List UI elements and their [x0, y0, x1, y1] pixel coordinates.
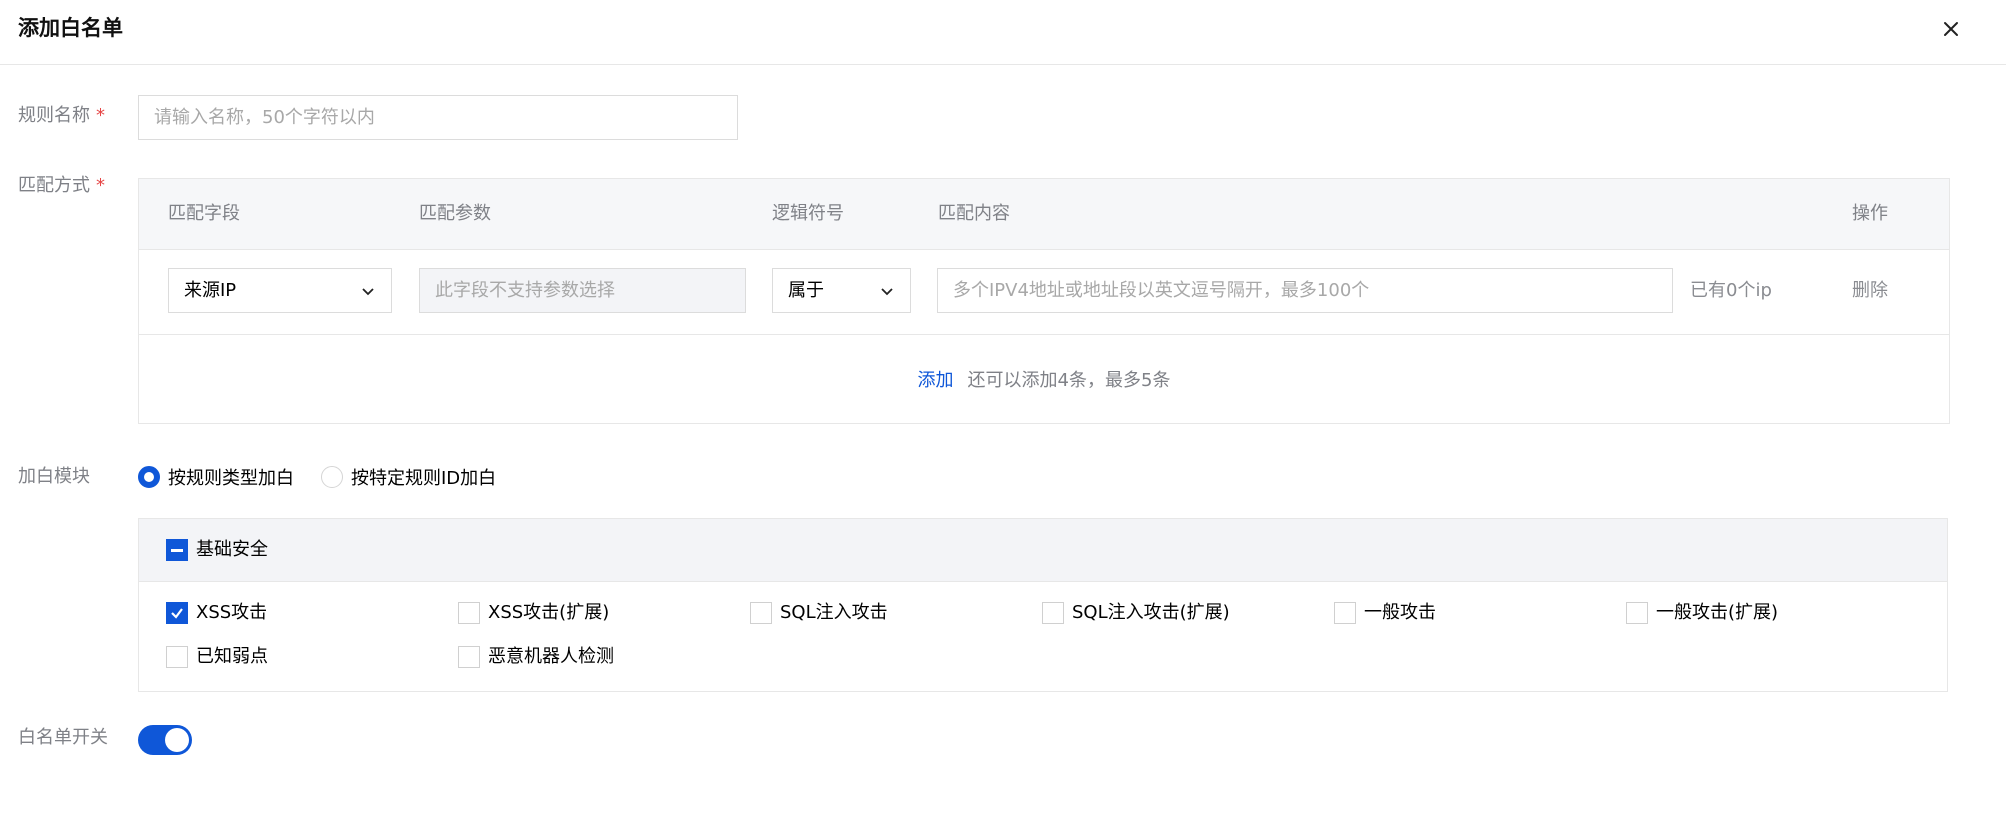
required-mark: * [96, 175, 105, 196]
match-param-placeholder: 此字段不支持参数选择 [435, 279, 615, 301]
module-label: 加白模块 [18, 466, 90, 487]
checkbox-xss[interactable]: XSS攻击 [166, 601, 267, 625]
unchecked-checkbox-icon [1042, 602, 1064, 624]
unchecked-checkbox-icon [166, 646, 188, 668]
rule-name-label: 规则名称 * [18, 104, 105, 128]
checkbox-general-attack[interactable]: 一般攻击 [1334, 601, 1436, 625]
module-panel: 基础安全 XSS攻击 XSS攻击(扩展) SQL注入攻击 SQL注入攻击(扩展)… [138, 518, 1948, 692]
match-field-select[interactable]: 来源IP [168, 268, 392, 313]
ip-count: 已有0个ip [1690, 280, 1772, 301]
checkbox-known-vulnerability[interactable]: 已知弱点 [166, 645, 268, 669]
radio-by-rule-type-label: 按规则类型加白 [168, 468, 294, 489]
dialog-header: 添加白名单 [0, 0, 2006, 65]
match-content-placeholder: 多个IPV4地址或地址段以英文逗号隔开，最多100个 [953, 279, 1370, 301]
checkbox-label: 一般攻击 [1364, 602, 1436, 623]
checkbox-sql-injection-ext[interactable]: SQL注入攻击(扩展) [1042, 601, 1230, 625]
whitelist-toggle[interactable] [138, 725, 192, 755]
checkbox-xss-ext[interactable]: XSS攻击(扩展) [458, 601, 609, 625]
add-rule-link[interactable]: 添加 [918, 366, 954, 392]
col-match-param: 匹配参数 [419, 203, 491, 224]
checked-checkbox-icon [166, 602, 188, 624]
match-field-value: 来源IP [184, 279, 237, 301]
chevron-down-icon [362, 287, 374, 295]
close-icon[interactable] [1936, 14, 1966, 44]
module-group-header: 基础安全 [139, 519, 1947, 582]
radio-by-rule-id-label: 按特定规则ID加白 [351, 468, 497, 489]
dialog-title: 添加白名单 [18, 16, 123, 40]
checkbox-label: XSS攻击(扩展) [488, 602, 610, 623]
whitelist-switch-label: 白名单开关 [18, 727, 108, 748]
rule-name-label-text: 规则名称 [18, 105, 90, 126]
chevron-down-icon [881, 287, 893, 295]
match-method-label-text: 匹配方式 [18, 175, 90, 196]
checkbox-malicious-bot[interactable]: 恶意机器人检测 [458, 645, 614, 669]
checkbox-label: SQL注入攻击(扩展) [1072, 602, 1230, 623]
logic-select[interactable]: 属于 [772, 268, 911, 313]
toggle-knob [165, 728, 189, 752]
radio-by-rule-id[interactable]: 按特定规则ID加白 [321, 464, 496, 490]
group-label: 基础安全 [196, 539, 268, 560]
checkbox-sql-injection[interactable]: SQL注入攻击 [750, 601, 888, 625]
checkbox-general-attack-ext[interactable]: 一般攻击(扩展) [1626, 601, 1778, 625]
unchecked-checkbox-icon [1334, 602, 1356, 624]
rule-name-placeholder: 请输入名称，50个字符以内 [154, 106, 375, 128]
match-param-input: 此字段不支持参数选择 [419, 268, 746, 313]
unchecked-checkbox-icon [458, 646, 480, 668]
col-match-field: 匹配字段 [168, 203, 240, 224]
radio-selected-icon [138, 466, 160, 488]
add-hint: 还可以添加4条，最多5条 [967, 370, 1171, 391]
col-match-content: 匹配内容 [938, 203, 1010, 224]
match-table-header: 匹配字段 匹配参数 逻辑符号 匹配内容 操作 [139, 179, 1949, 250]
required-mark: * [96, 105, 105, 126]
checkbox-label: 已知弱点 [196, 646, 268, 667]
unchecked-checkbox-icon [458, 602, 480, 624]
logic-value: 属于 [788, 279, 824, 301]
match-table: 匹配字段 匹配参数 逻辑符号 匹配内容 操作 来源IP 此字段不支持参数选择 属… [138, 178, 1950, 424]
unchecked-checkbox-icon [750, 602, 772, 624]
checkbox-label: XSS攻击 [196, 602, 268, 623]
indeterminate-checkbox-icon [166, 539, 188, 561]
checkbox-label: 一般攻击(扩展) [1656, 602, 1779, 623]
col-action: 操作 [1852, 203, 1888, 224]
delete-row-button[interactable]: 删除 [1852, 279, 1888, 303]
col-logic: 逻辑符号 [772, 203, 844, 224]
unchecked-checkbox-icon [1626, 602, 1648, 624]
match-content-input[interactable]: 多个IPV4地址或地址段以英文逗号隔开，最多100个 [937, 268, 1673, 313]
radio-by-rule-type[interactable]: 按规则类型加白 [138, 464, 294, 490]
group-checkbox-basic-security[interactable]: 基础安全 [166, 538, 268, 562]
table-row: 来源IP 此字段不支持参数选择 属于 多个IPV4地址或地址段以英文逗号隔开，最… [139, 249, 1949, 335]
radio-unselected-icon [321, 466, 343, 488]
checkbox-label: SQL注入攻击 [780, 602, 888, 623]
add-row-area: 添加 还可以添加4条，最多5条 [139, 335, 1949, 423]
match-method-label: 匹配方式 * [18, 174, 105, 198]
rule-name-input[interactable]: 请输入名称，50个字符以内 [138, 95, 738, 140]
checkbox-label: 恶意机器人检测 [488, 646, 614, 667]
